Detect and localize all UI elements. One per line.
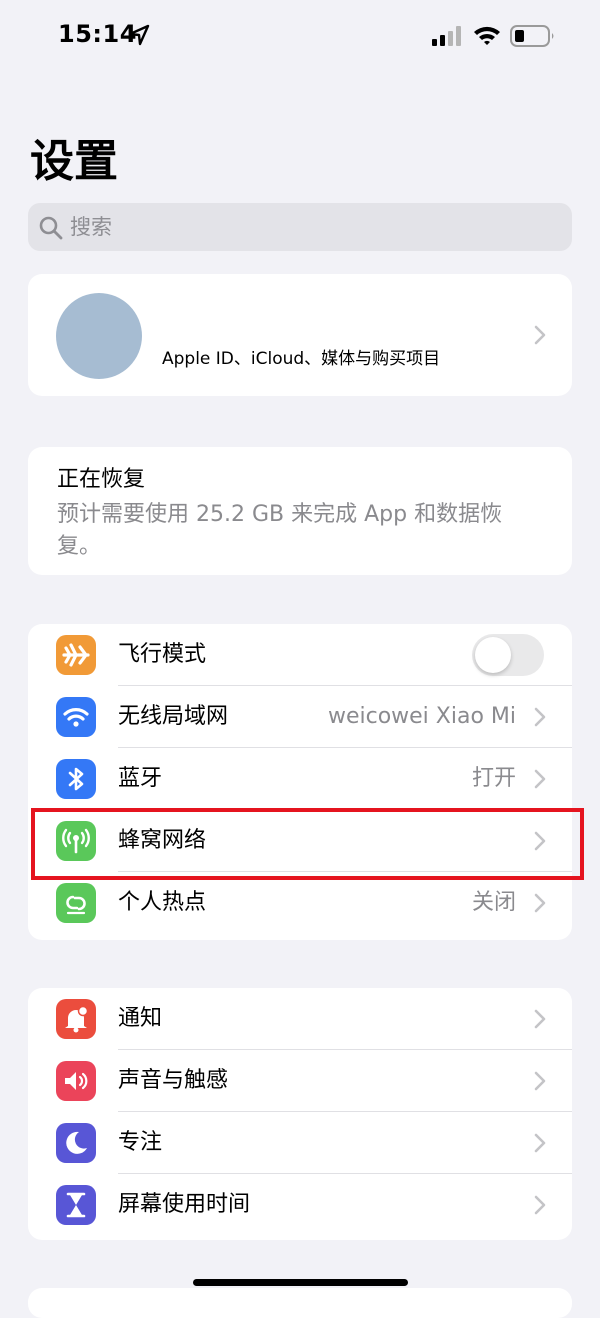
row-label: 无线局域网 [118,704,229,729]
row-label: 专注 [118,1130,163,1155]
chevron-right-icon [534,1009,546,1029]
home-indicator[interactable] [193,1279,408,1286]
moon-icon [56,1123,96,1163]
search-bar[interactable] [28,203,572,251]
chevron-right-icon [534,325,546,345]
row-label: 蓝牙 [118,766,163,791]
chevron-right-icon [534,707,546,727]
notifications-group: 通知 声音与触感 专注 屏幕使用时间 [28,988,572,1240]
avatar [56,293,142,379]
airplane-mode-toggle[interactable] [472,634,544,676]
row-label: 飞行模式 [118,642,207,667]
row-focus[interactable]: 专注 [28,1112,572,1174]
bluetooth-status-value: 打开 [471,766,516,791]
connectivity-group: 飞行模式 无线局域网 weicowei Xiao Mi 蓝牙 打开 蜂窝网络 个… [28,624,572,940]
hotspot-icon [56,883,96,923]
status-time: 15:14 [58,20,137,48]
airplane-icon [56,635,96,675]
speaker-icon [56,1061,96,1101]
wifi-icon [56,697,96,737]
restore-description: 预计需要使用 25.2 GB 来完成 App 和数据恢复。 [57,502,503,559]
hotspot-status-value: 关闭 [471,890,516,915]
apple-id-row[interactable]: Apple ID、iCloud、媒体与购买项目 [28,274,572,396]
toggle-knob [475,637,511,673]
row-label: 声音与触感 [118,1068,229,1093]
row-label: 屏幕使用时间 [118,1192,251,1217]
row-wifi[interactable]: 无线局域网 weicowei Xiao Mi [28,686,572,748]
chevron-right-icon [534,1071,546,1091]
chevron-right-icon [534,1133,546,1153]
bluetooth-icon [56,759,96,799]
bell-icon [56,999,96,1039]
row-sounds-haptics[interactable]: 声音与触感 [28,1050,572,1112]
row-label: 通知 [118,1006,163,1031]
wifi-network-value: weicowei Xiao Mi [327,704,516,729]
search-icon [39,216,63,240]
battery-icon [510,25,554,47]
status-bar: 15:14 [0,0,600,72]
apple-id-label: Apple ID、iCloud、媒体与购买项目 [162,349,441,369]
signal-icon [432,26,461,46]
hourglass-icon [56,1185,96,1225]
chevron-right-icon [534,1195,546,1215]
highlight-annotation-box [31,808,584,880]
page-title: 设置 [30,136,118,187]
wifi-icon [474,26,500,45]
chevron-right-icon [534,893,546,913]
chevron-right-icon [534,769,546,789]
location-icon [128,24,150,46]
row-screen-time[interactable]: 屏幕使用时间 [28,1174,572,1236]
restore-title: 正在恢复 [57,467,146,492]
row-bluetooth[interactable]: 蓝牙 打开 [28,748,572,810]
search-input[interactable] [70,203,550,251]
row-airplane-mode[interactable]: 飞行模式 [28,624,572,686]
row-notifications[interactable]: 通知 [28,988,572,1050]
row-label: 个人热点 [118,890,207,915]
row-personal-hotspot[interactable]: 个人热点 关闭 [28,872,572,934]
next-group-peek [28,1288,572,1318]
restore-status-card[interactable]: 正在恢复 预计需要使用 25.2 GB 来完成 App 和数据恢复。 [28,447,572,575]
